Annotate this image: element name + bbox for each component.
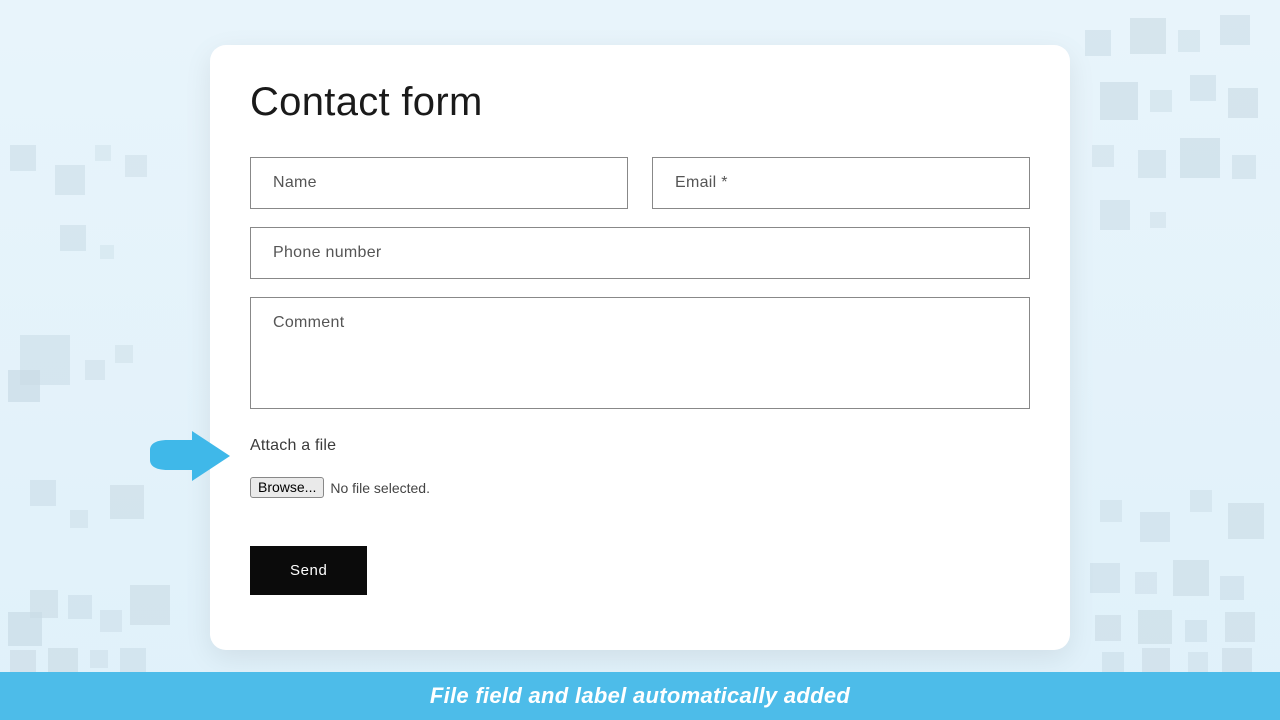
contact-form-card: Contact form Name Email * Phone number C…: [210, 45, 1070, 650]
send-button[interactable]: Send: [250, 546, 367, 595]
email-input[interactable]: Email *: [652, 157, 1030, 209]
attach-file-label: Attach a file: [250, 437, 1030, 455]
file-status-text: No file selected.: [330, 480, 430, 496]
name-input[interactable]: Name: [250, 157, 628, 209]
caption-text: File field and label automatically added: [430, 683, 850, 709]
file-input-row: Browse... No file selected.: [250, 477, 1030, 498]
comment-textarea[interactable]: Comment: [250, 297, 1030, 409]
form-title: Contact form: [250, 80, 1030, 125]
callout-arrow-icon: [148, 430, 238, 497]
phone-input[interactable]: Phone number: [250, 227, 1030, 279]
browse-button[interactable]: Browse...: [250, 477, 324, 498]
caption-bar: File field and label automatically added: [0, 672, 1280, 720]
